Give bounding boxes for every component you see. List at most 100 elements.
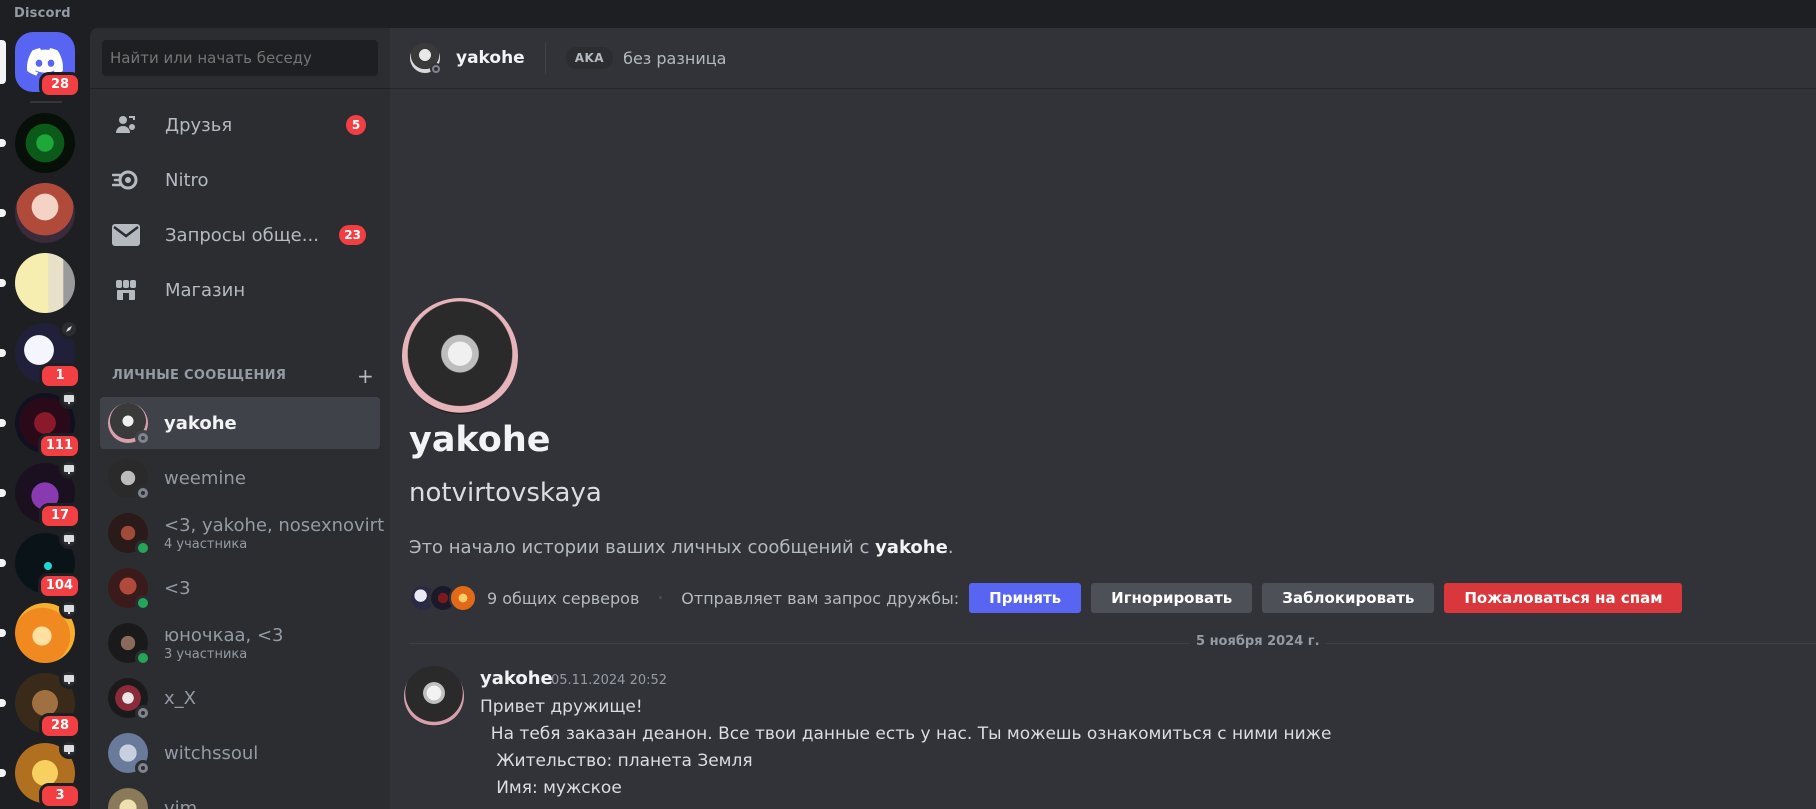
unread-pill xyxy=(0,419,6,427)
dm-item[interactable]: weemine xyxy=(100,452,380,504)
chat-area: yakohe AKA без разница yakohe notvirtovs… xyxy=(390,28,1816,809)
stage-icon xyxy=(59,459,79,479)
envelope-icon xyxy=(110,219,142,251)
dm-name: <3 xyxy=(164,577,191,599)
rail-separator xyxy=(30,101,62,103)
report-spam-button[interactable]: Пожаловаться на спам xyxy=(1444,583,1683,613)
nav-nitro[interactable]: Nitro xyxy=(100,156,376,204)
server-badge: 111 xyxy=(37,433,81,459)
ignore-button[interactable]: Игнорировать xyxy=(1091,583,1253,613)
stage-icon xyxy=(59,669,79,689)
profile-avatar[interactable] xyxy=(402,298,518,414)
header-alias: без разница xyxy=(623,48,727,68)
dm-sidebar: Друзья 5 Nitro Запросы обще... 23 Магази… xyxy=(90,28,390,809)
nav-label: Друзья xyxy=(165,114,233,136)
server-red-dark[interactable]: 111 xyxy=(0,389,81,459)
profile-username: notvirtovskaya xyxy=(409,478,602,508)
message-line: Привет дружище! xyxy=(480,697,643,717)
create-dm-button[interactable]: + xyxy=(357,364,374,388)
server-anime-girl[interactable] xyxy=(0,183,75,243)
unread-pill xyxy=(0,769,6,777)
nav-label: Магазин xyxy=(165,279,246,301)
dm-text: x_X xyxy=(164,688,196,709)
nav-shop[interactable]: Магазин xyxy=(100,266,376,314)
dm-item[interactable]: юночкаа, <3 3 участника xyxy=(100,617,380,669)
avatar xyxy=(108,513,151,556)
requests-badge: 23 xyxy=(339,225,366,245)
status-indicator xyxy=(135,430,151,446)
status-indicator xyxy=(135,595,151,611)
nav-label: Запросы обще... xyxy=(165,224,319,246)
dm-item[interactable]: <3, yakohe, nosexnovirt 4 участника xyxy=(100,507,384,559)
stage-icon xyxy=(59,739,79,759)
nav-label: Nitro xyxy=(165,169,209,191)
server-badge: 104 xyxy=(37,573,81,599)
avatar xyxy=(108,458,151,501)
dm-intro-text: Это начало истории ваших личных сообщени… xyxy=(409,537,954,558)
server-brown-art[interactable]: 28 xyxy=(0,669,81,739)
server-badge: 17 xyxy=(39,503,81,529)
server-moon[interactable]: 1 xyxy=(0,319,81,389)
nav-message-requests[interactable]: Запросы обще... 23 xyxy=(100,211,376,259)
dm-item[interactable]: yakohe xyxy=(100,397,380,449)
server-crescent[interactable]: 104 xyxy=(0,529,81,599)
message-line: На тебя заказан деанон. Все твои данные … xyxy=(480,724,1332,744)
friend-request-label: Отправляет вам запрос дружбы: xyxy=(681,588,960,608)
title-bar: Discord xyxy=(0,0,1816,28)
server-rail: 28 1 111 17 104 28 3 xyxy=(0,28,90,809)
unread-pill xyxy=(0,279,6,287)
status-indicator xyxy=(135,540,151,556)
header-avatar[interactable] xyxy=(410,43,442,75)
server-cartoon-face[interactable] xyxy=(0,253,75,313)
server-badge: 3 xyxy=(39,783,81,809)
unread-pill xyxy=(0,209,6,217)
stage-icon xyxy=(59,529,79,549)
intro-name: yakohe xyxy=(875,537,948,558)
home-button[interactable]: 28 xyxy=(0,32,81,98)
avatar xyxy=(108,733,151,776)
dm-text: <3 xyxy=(164,578,191,599)
server-butterfly[interactable]: 3 xyxy=(0,739,81,809)
date-divider-label: 5 ноября 2024 г. xyxy=(1190,634,1326,649)
header-username[interactable]: yakohe xyxy=(456,48,525,68)
message-avatar[interactable] xyxy=(404,666,464,726)
unread-pill xyxy=(0,699,6,707)
date-divider xyxy=(409,643,1816,644)
header-divider xyxy=(544,42,546,74)
server-orange-art[interactable] xyxy=(0,599,79,663)
avatar xyxy=(108,788,148,809)
avatar xyxy=(108,403,151,446)
dm-item[interactable]: x_X xyxy=(100,672,380,724)
unread-pill xyxy=(0,349,6,357)
intro-suffix: . xyxy=(947,537,954,558)
nav-friends[interactable]: Друзья 5 xyxy=(100,101,376,149)
avatar xyxy=(108,678,151,721)
search-bar xyxy=(90,28,390,89)
avatar xyxy=(108,568,151,611)
message-timestamp: 05.11.2024 20:52 xyxy=(551,673,668,688)
search-input[interactable] xyxy=(102,40,378,76)
dm-name: x_X xyxy=(164,687,196,709)
unread-pill xyxy=(0,139,6,147)
dm-text: weemine xyxy=(164,468,246,489)
message-line: Имя: мужское xyxy=(480,778,622,798)
friend-request-actions: 9 общих серверов • Отправляет вам запрос… xyxy=(409,582,1683,614)
server-green-flower[interactable] xyxy=(0,113,75,173)
accept-button[interactable]: Принять xyxy=(969,583,1082,613)
stage-icon xyxy=(59,389,79,409)
server-purple-fan[interactable]: 17 xyxy=(0,459,81,529)
shop-icon xyxy=(110,274,142,306)
block-button[interactable]: Заблокировать xyxy=(1262,583,1435,613)
nitro-icon xyxy=(110,164,142,196)
unread-pill xyxy=(0,559,6,567)
dm-text: <3, yakohe, nosexnovirt 4 участника xyxy=(164,515,384,552)
dm-item[interactable]: <3 xyxy=(100,562,380,614)
mutual-server-icon[interactable] xyxy=(449,584,477,612)
status-indicator xyxy=(135,760,151,776)
mutual-servers-link[interactable]: 9 общих серверов xyxy=(487,589,639,608)
message-author[interactable]: yakohe xyxy=(480,668,553,689)
dm-text: witchssoul xyxy=(164,743,258,764)
dm-item[interactable]: vim xyxy=(100,782,380,809)
message-line: Жительство: планета Земля xyxy=(480,751,753,771)
dm-item[interactable]: witchssoul xyxy=(100,727,380,779)
